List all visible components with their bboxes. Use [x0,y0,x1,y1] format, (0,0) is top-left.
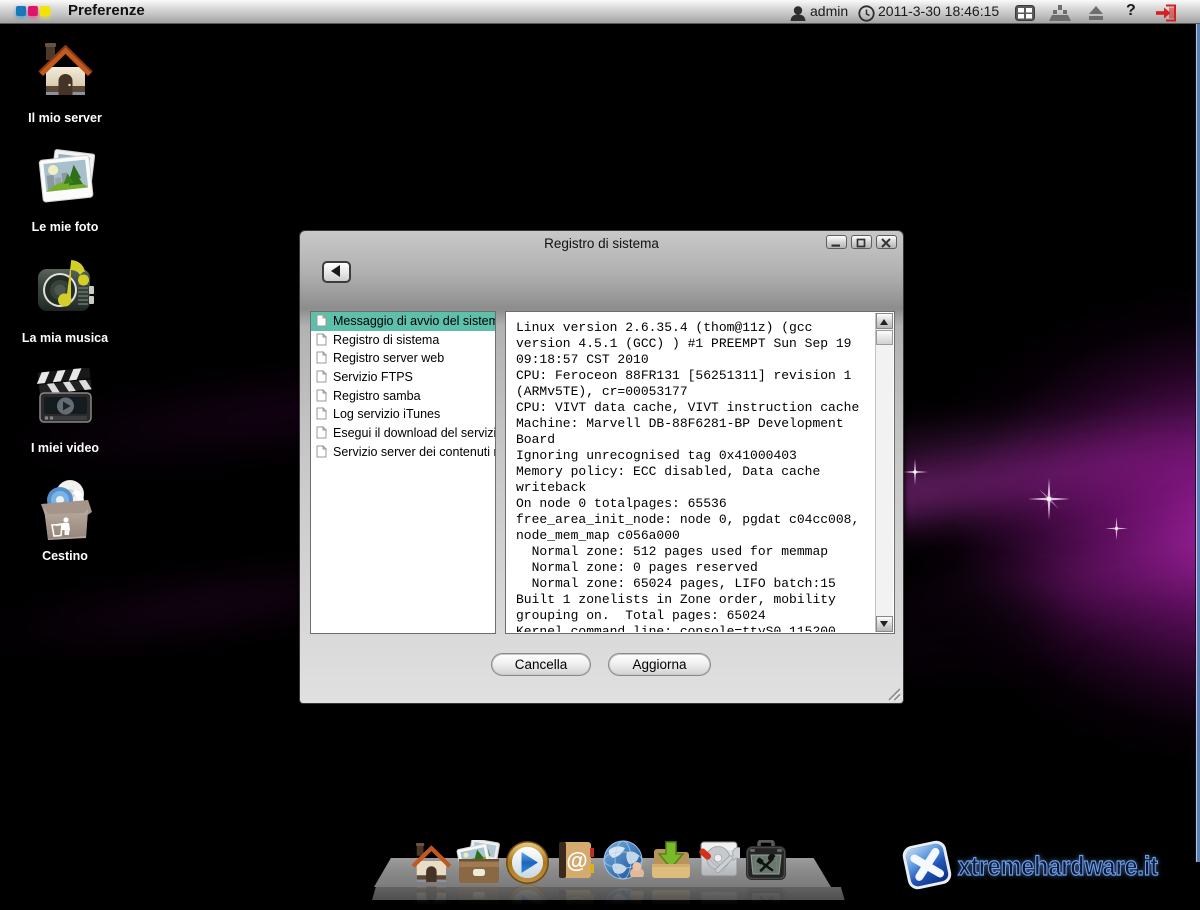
svg-text:@: @ [566,848,587,873]
